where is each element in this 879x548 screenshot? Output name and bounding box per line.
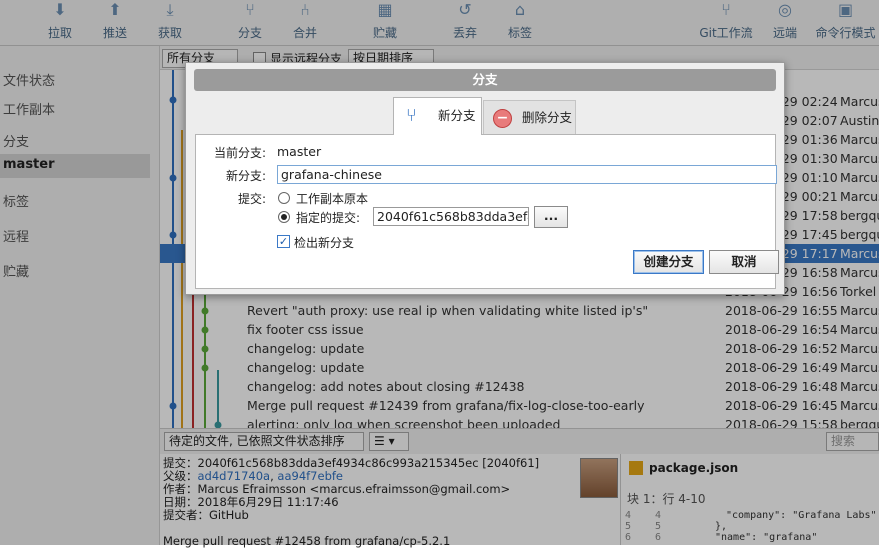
- branch-icon: ⑂: [406, 105, 417, 126]
- create-branch-button[interactable]: 创建分支: [633, 250, 704, 274]
- specified-commit-option-label: 指定的提交:: [296, 211, 361, 225]
- working-copy-option-label: 工作副本原本: [296, 192, 369, 206]
- new-branch-label: 新分支:: [225, 169, 266, 183]
- new-branch-panel: 当前分支: master 新分支: grafana-chinese 提交: 工作…: [195, 134, 779, 289]
- checkout-checkbox[interactable]: ✓: [277, 235, 290, 248]
- commit-label: 提交:: [237, 192, 266, 206]
- new-branch-input[interactable]: grafana-chinese: [277, 165, 777, 184]
- tab-new-branch[interactable]: ⑂ 新分支: [393, 97, 482, 135]
- working-copy-radio[interactable]: [278, 192, 290, 204]
- cancel-button[interactable]: 取消: [709, 250, 779, 274]
- tab-delete-branch[interactable]: − 删除分支: [483, 100, 576, 135]
- specified-commit-input[interactable]: 2040f61c568b83dda3ef49: [373, 207, 529, 226]
- remove-icon: −: [493, 109, 512, 128]
- current-branch-value: master: [277, 144, 322, 159]
- browse-commit-button[interactable]: ...: [534, 206, 568, 228]
- dialog-title: 分支: [194, 69, 776, 91]
- branch-dialog: 分支 ⑂ 新分支 − 删除分支 当前分支: master 新分支: grafan…: [185, 62, 785, 295]
- current-branch-label: 当前分支:: [213, 146, 266, 160]
- checkout-label: 检出新分支: [294, 236, 355, 250]
- specified-commit-radio[interactable]: [278, 211, 290, 223]
